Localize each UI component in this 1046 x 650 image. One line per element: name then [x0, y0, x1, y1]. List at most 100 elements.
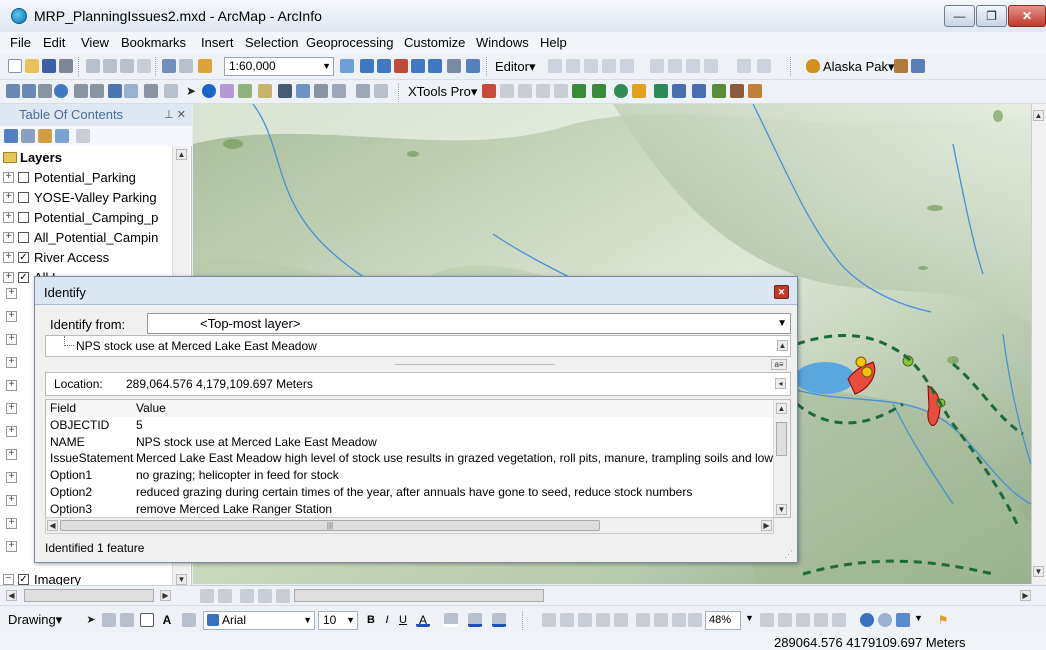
create-features-icon[interactable] — [737, 59, 751, 73]
list-by-visibility-icon[interactable] — [38, 129, 52, 143]
column-header-field[interactable]: Field — [50, 401, 76, 415]
list-by-drawing-order-icon[interactable] — [4, 129, 18, 143]
alaska-window-icon[interactable] — [911, 59, 925, 73]
collapse-icon[interactable]: − — [3, 574, 14, 585]
menu-edit[interactable]: Edit — [43, 35, 65, 50]
identified-feature-item[interactable]: NPS stock use at Merced Lake East Meadow — [76, 339, 317, 353]
trace-icon[interactable] — [602, 59, 616, 73]
layout-view-icon[interactable] — [218, 589, 232, 603]
globe-icon[interactable] — [860, 613, 874, 627]
menu-bookmarks[interactable]: Bookmarks — [121, 35, 186, 50]
italic-icon[interactable]: I — [380, 613, 394, 627]
layout-icon[interactable] — [654, 613, 668, 627]
layout-icon[interactable] — [778, 613, 792, 627]
forward-extent-icon[interactable] — [124, 84, 138, 98]
search-window-icon[interactable] — [428, 59, 442, 73]
expand-icon[interactable]: + — [6, 311, 17, 322]
list-by-source-icon[interactable] — [21, 129, 35, 143]
identify-from-select[interactable]: <Top-most layer> ▼ — [147, 313, 791, 334]
time-slider-icon[interactable] — [332, 84, 346, 98]
resize-grip-icon[interactable]: ⋰ — [784, 549, 793, 560]
xtools-info-icon[interactable] — [632, 84, 646, 98]
rectangle-icon[interactable] — [140, 613, 154, 627]
menu-customize[interactable]: Customize — [404, 35, 465, 50]
scroll-up-icon[interactable]: ▲ — [777, 340, 788, 351]
create-viewer-icon[interactable] — [374, 84, 388, 98]
scroll-down-icon[interactable]: ▼ — [176, 574, 187, 585]
fill-color-icon[interactable] — [444, 613, 458, 627]
pan-icon[interactable] — [38, 84, 52, 98]
underline-icon[interactable]: U — [396, 613, 410, 627]
select-elements-icon[interactable]: ➤ — [84, 613, 98, 627]
delete-icon[interactable] — [137, 59, 151, 73]
expand-icon[interactable]: + — [6, 449, 17, 460]
toc-options-icon[interactable] — [76, 129, 90, 143]
scroll-left-icon[interactable]: ◀ — [6, 590, 17, 601]
layout-icon[interactable] — [672, 613, 686, 627]
expand-icon[interactable]: + — [6, 403, 17, 414]
xtools-sheet-icon[interactable] — [712, 84, 726, 98]
find-icon[interactable] — [278, 84, 292, 98]
back-extent-icon[interactable] — [108, 84, 122, 98]
scroll-thumb[interactable]: ||| — [60, 520, 600, 531]
alaska-pak-menu[interactable]: Alaska Pak▾ — [823, 59, 895, 75]
xtools-table-icon[interactable] — [482, 84, 496, 98]
undo-icon[interactable] — [162, 59, 176, 73]
alaska-tool-icon[interactable] — [894, 59, 908, 73]
rotate-tool-icon[interactable] — [668, 59, 682, 73]
georef-icon[interactable] — [596, 613, 610, 627]
arctoolbox-icon[interactable] — [394, 59, 408, 73]
layout-icon[interactable] — [636, 613, 650, 627]
paste-icon[interactable] — [120, 59, 134, 73]
expand-icon[interactable]: + — [6, 288, 17, 299]
expand-icon[interactable]: + — [6, 334, 17, 345]
scroll-right-icon[interactable]: ▶ — [761, 520, 772, 531]
new-document-icon[interactable] — [8, 59, 22, 73]
layer-visibility-checkbox[interactable] — [18, 192, 29, 203]
xtools-shapes-icon[interactable] — [518, 84, 532, 98]
xtools-export-icon[interactable] — [572, 84, 586, 98]
whats-this-icon[interactable] — [466, 59, 480, 73]
xtools-grid-icon[interactable] — [554, 84, 568, 98]
edit-annotation-icon[interactable] — [566, 59, 580, 73]
map-hscroll-thumb[interactable] — [294, 589, 544, 602]
table-window-icon[interactable] — [360, 59, 374, 73]
minimize-button[interactable]: — — [944, 5, 975, 27]
xtools-list-icon[interactable] — [692, 84, 706, 98]
editor-menu[interactable]: Editor▾ — [495, 59, 536, 75]
scroll-up-icon[interactable]: ▲ — [176, 149, 187, 160]
layout-icon[interactable] — [896, 613, 910, 627]
toc-hscroll-thumb[interactable] — [24, 589, 154, 602]
globe-icon[interactable] — [878, 613, 892, 627]
georef-icon[interactable] — [614, 613, 628, 627]
xtools-convert-icon[interactable] — [500, 84, 514, 98]
add-data-icon[interactable] — [198, 59, 212, 73]
measure-icon[interactable] — [258, 84, 272, 98]
expand-icon[interactable]: + — [3, 252, 14, 263]
flag-icon[interactable]: ⚑ — [936, 613, 950, 627]
font-select[interactable]: Arial ▼ — [203, 611, 315, 630]
xtools-misc-icon[interactable] — [730, 84, 744, 98]
marker-color-icon[interactable] — [492, 613, 506, 627]
print-icon[interactable] — [59, 59, 73, 73]
column-header-value[interactable]: Value — [136, 401, 166, 415]
layout-icon[interactable] — [796, 613, 810, 627]
xtools-circle-icon[interactable] — [614, 84, 628, 98]
xtools-layer-icon[interactable] — [592, 84, 606, 98]
catalog-window-icon[interactable] — [377, 59, 391, 73]
expand-icon[interactable]: + — [6, 541, 17, 552]
menu-view[interactable]: View — [81, 35, 109, 50]
point-icon[interactable] — [620, 59, 634, 73]
expand-icon[interactable]: + — [3, 212, 14, 223]
layout-icon[interactable] — [814, 613, 828, 627]
chevron-down-icon[interactable]: ▼ — [914, 613, 923, 623]
identify-title-bar[interactable]: Identify ✕ — [35, 277, 797, 305]
layer-visibility-checkbox[interactable]: ✓ — [18, 574, 29, 585]
expand-icon[interactable]: + — [6, 472, 17, 483]
georef-icon[interactable] — [542, 613, 556, 627]
toc-pin-close-icon[interactable]: ⊥ ✕ — [164, 108, 186, 121]
html-popup-icon[interactable] — [238, 84, 252, 98]
fixed-zoom-in-icon[interactable] — [74, 84, 88, 98]
xtools-map-icon[interactable] — [654, 84, 668, 98]
font-size-select[interactable]: 10 ▼ — [318, 611, 358, 630]
